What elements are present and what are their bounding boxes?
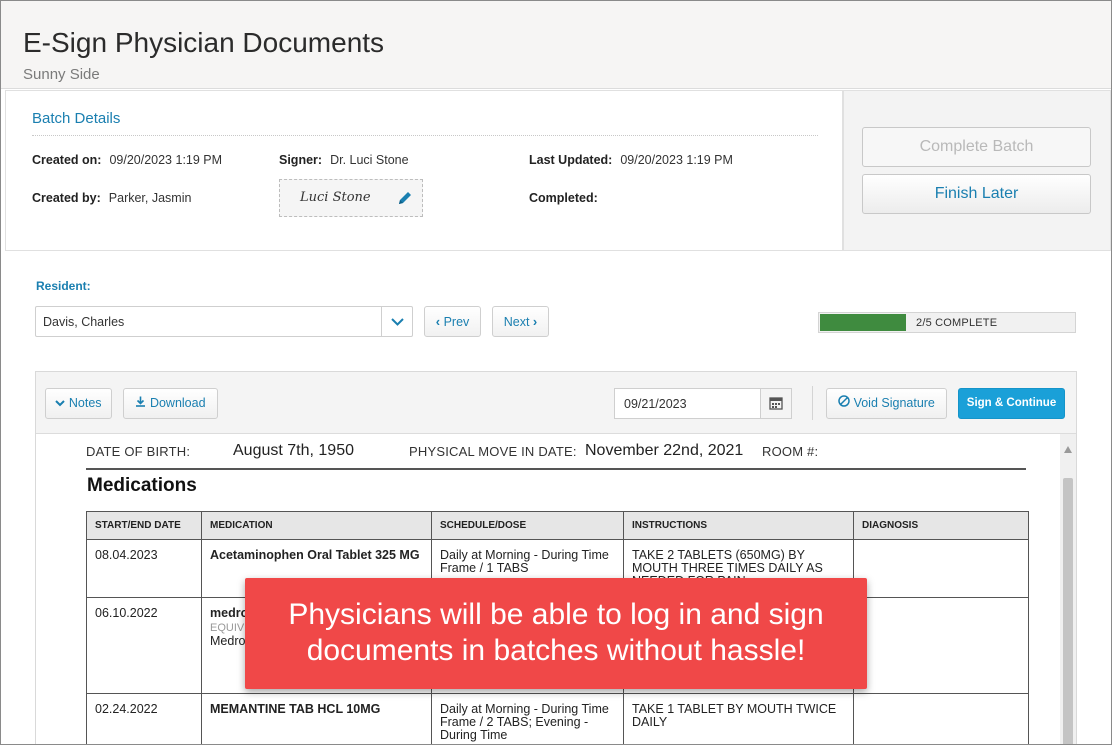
page-header: E-Sign Physician Documents Sunny Side <box>1 1 1111 89</box>
chevron-left-icon: ‹ <box>435 314 441 329</box>
resident-label: Resident: <box>36 279 91 293</box>
sign-and-continue-button[interactable]: Sign & Continue <box>958 388 1065 419</box>
column-header: DIAGNOSIS <box>853 511 1029 540</box>
divider <box>32 135 818 136</box>
diagnosis-cell <box>853 597 1029 694</box>
last-updated-field: Last Updated: 09/20/2023 1:19 PM <box>529 153 733 167</box>
next-button-label: Next <box>503 315 530 329</box>
scroll-up-arrow-icon[interactable] <box>1064 446 1072 453</box>
schedule-cell: Daily at Morning - During Time Frame / 2… <box>431 693 624 744</box>
notes-button-label: Notes <box>68 396 102 410</box>
column-header: INSTRUCTIONS <box>623 511 854 540</box>
download-button[interactable]: Download <box>123 388 218 419</box>
created-on-value: 09/20/2023 1:19 PM <box>109 153 223 167</box>
chevron-down-icon <box>55 400 66 407</box>
signature-image: Luci Stone <box>300 190 371 205</box>
page-title: E-Sign Physician Documents <box>23 27 385 58</box>
signer-field: Signer: Dr. Luci Stone <box>279 153 409 167</box>
chevron-down-icon[interactable] <box>381 307 412 336</box>
promo-callout: Physicians will be able to log in and si… <box>245 578 867 689</box>
column-header: MEDICATION <box>201 511 432 540</box>
progress-bar: 2/5 COMPLETE <box>818 312 1076 333</box>
completed-label: Completed: <box>529 191 598 205</box>
room-label: ROOM #: <box>762 444 819 459</box>
signature-box[interactable]: Luci Stone <box>279 179 423 217</box>
diagnosis-cell <box>853 539 1029 598</box>
medications-heading: Medications <box>87 475 197 496</box>
prev-button-label: Prev <box>443 315 470 329</box>
created-on-label: Created on: <box>32 153 102 167</box>
resident-info-row: DATE OF BIRTH: August 7th, 1950 PHYSICAL… <box>86 442 1026 470</box>
created-by-field: Created by: Parker, Jasmin <box>32 191 191 205</box>
batch-details-title: Batch Details <box>32 110 121 127</box>
pencil-icon[interactable] <box>396 189 414 207</box>
app-window: E-Sign Physician Documents Sunny Side Ba… <box>0 0 1112 745</box>
page-subtitle: Sunny Side <box>23 66 100 83</box>
instructions-cell: TAKE 1 TABLET BY MOUTH TWICE DAILY <box>623 693 854 744</box>
resident-select[interactable]: Davis, Charles <box>35 306 413 337</box>
toolbar-divider <box>812 386 813 420</box>
move-in-value: November 22nd, 2021 <box>585 442 744 459</box>
prev-button[interactable]: ‹ Prev <box>424 306 481 337</box>
signer-value: Dr. Luci Stone <box>330 153 409 167</box>
column-header: START/END DATE <box>86 511 202 540</box>
batch-actions-panel: Complete Batch Finish Later <box>843 90 1111 251</box>
dob-value: August 7th, 1950 <box>233 442 354 459</box>
diagnosis-cell <box>853 693 1029 744</box>
void-signature-button[interactable]: Void Signature <box>826 388 947 419</box>
move-in-label: PHYSICAL MOVE IN DATE: <box>409 444 577 459</box>
void-signature-label: Void Signature <box>853 396 935 410</box>
scrollbar-thumb[interactable] <box>1063 478 1073 744</box>
complete-batch-button[interactable]: Complete Batch <box>862 127 1091 167</box>
dob-label: DATE OF BIRTH: <box>86 444 191 459</box>
next-button[interactable]: Next › <box>492 306 549 337</box>
medication-cell: MEMANTINE TAB HCL 10MG <box>201 693 432 744</box>
table-header-row: START/END DATE MEDICATION SCHEDULE/DOSE … <box>86 511 1029 540</box>
signature-date-input[interactable]: 09/21/2023 <box>614 388 760 419</box>
progress-bar-fill <box>820 314 906 331</box>
created-by-label: Created by: <box>32 191 101 205</box>
signer-label: Signer: <box>279 153 323 167</box>
table-row: 02.24.2022 MEMANTINE TAB HCL 10MG Daily … <box>86 693 1029 744</box>
notes-button[interactable]: Notes <box>45 388 112 419</box>
resident-selected-value: Davis, Charles <box>43 315 125 329</box>
last-updated-label: Last Updated: <box>529 153 613 167</box>
calendar-button[interactable] <box>760 388 792 419</box>
column-header: SCHEDULE/DOSE <box>431 511 624 540</box>
batch-details-panel: Batch Details Created on: 09/20/2023 1:19… <box>5 90 843 251</box>
date-cell: 08.04.2023 <box>86 539 202 598</box>
download-icon <box>136 396 146 407</box>
created-on-field: Created on: 09/20/2023 1:19 PM <box>32 153 222 167</box>
document-scrollbar[interactable] <box>1060 434 1076 744</box>
date-cell: 06.10.2022 <box>86 597 202 694</box>
progress-text: 2/5 COMPLETE <box>916 317 998 329</box>
completed-field: Completed: <box>529 191 606 205</box>
chevron-right-icon: › <box>532 314 538 329</box>
document-toolbar: Notes Download 09/21/2023 Void Signature <box>36 372 1076 434</box>
finish-later-button[interactable]: Finish Later <box>862 174 1091 214</box>
created-by-value: Parker, Jasmin <box>108 191 192 205</box>
download-button-label: Download <box>149 396 206 410</box>
date-cell: 02.24.2022 <box>86 693 202 744</box>
calendar-icon <box>769 397 783 410</box>
ban-icon <box>838 395 850 407</box>
last-updated-value: 09/20/2023 1:19 PM <box>620 153 733 167</box>
